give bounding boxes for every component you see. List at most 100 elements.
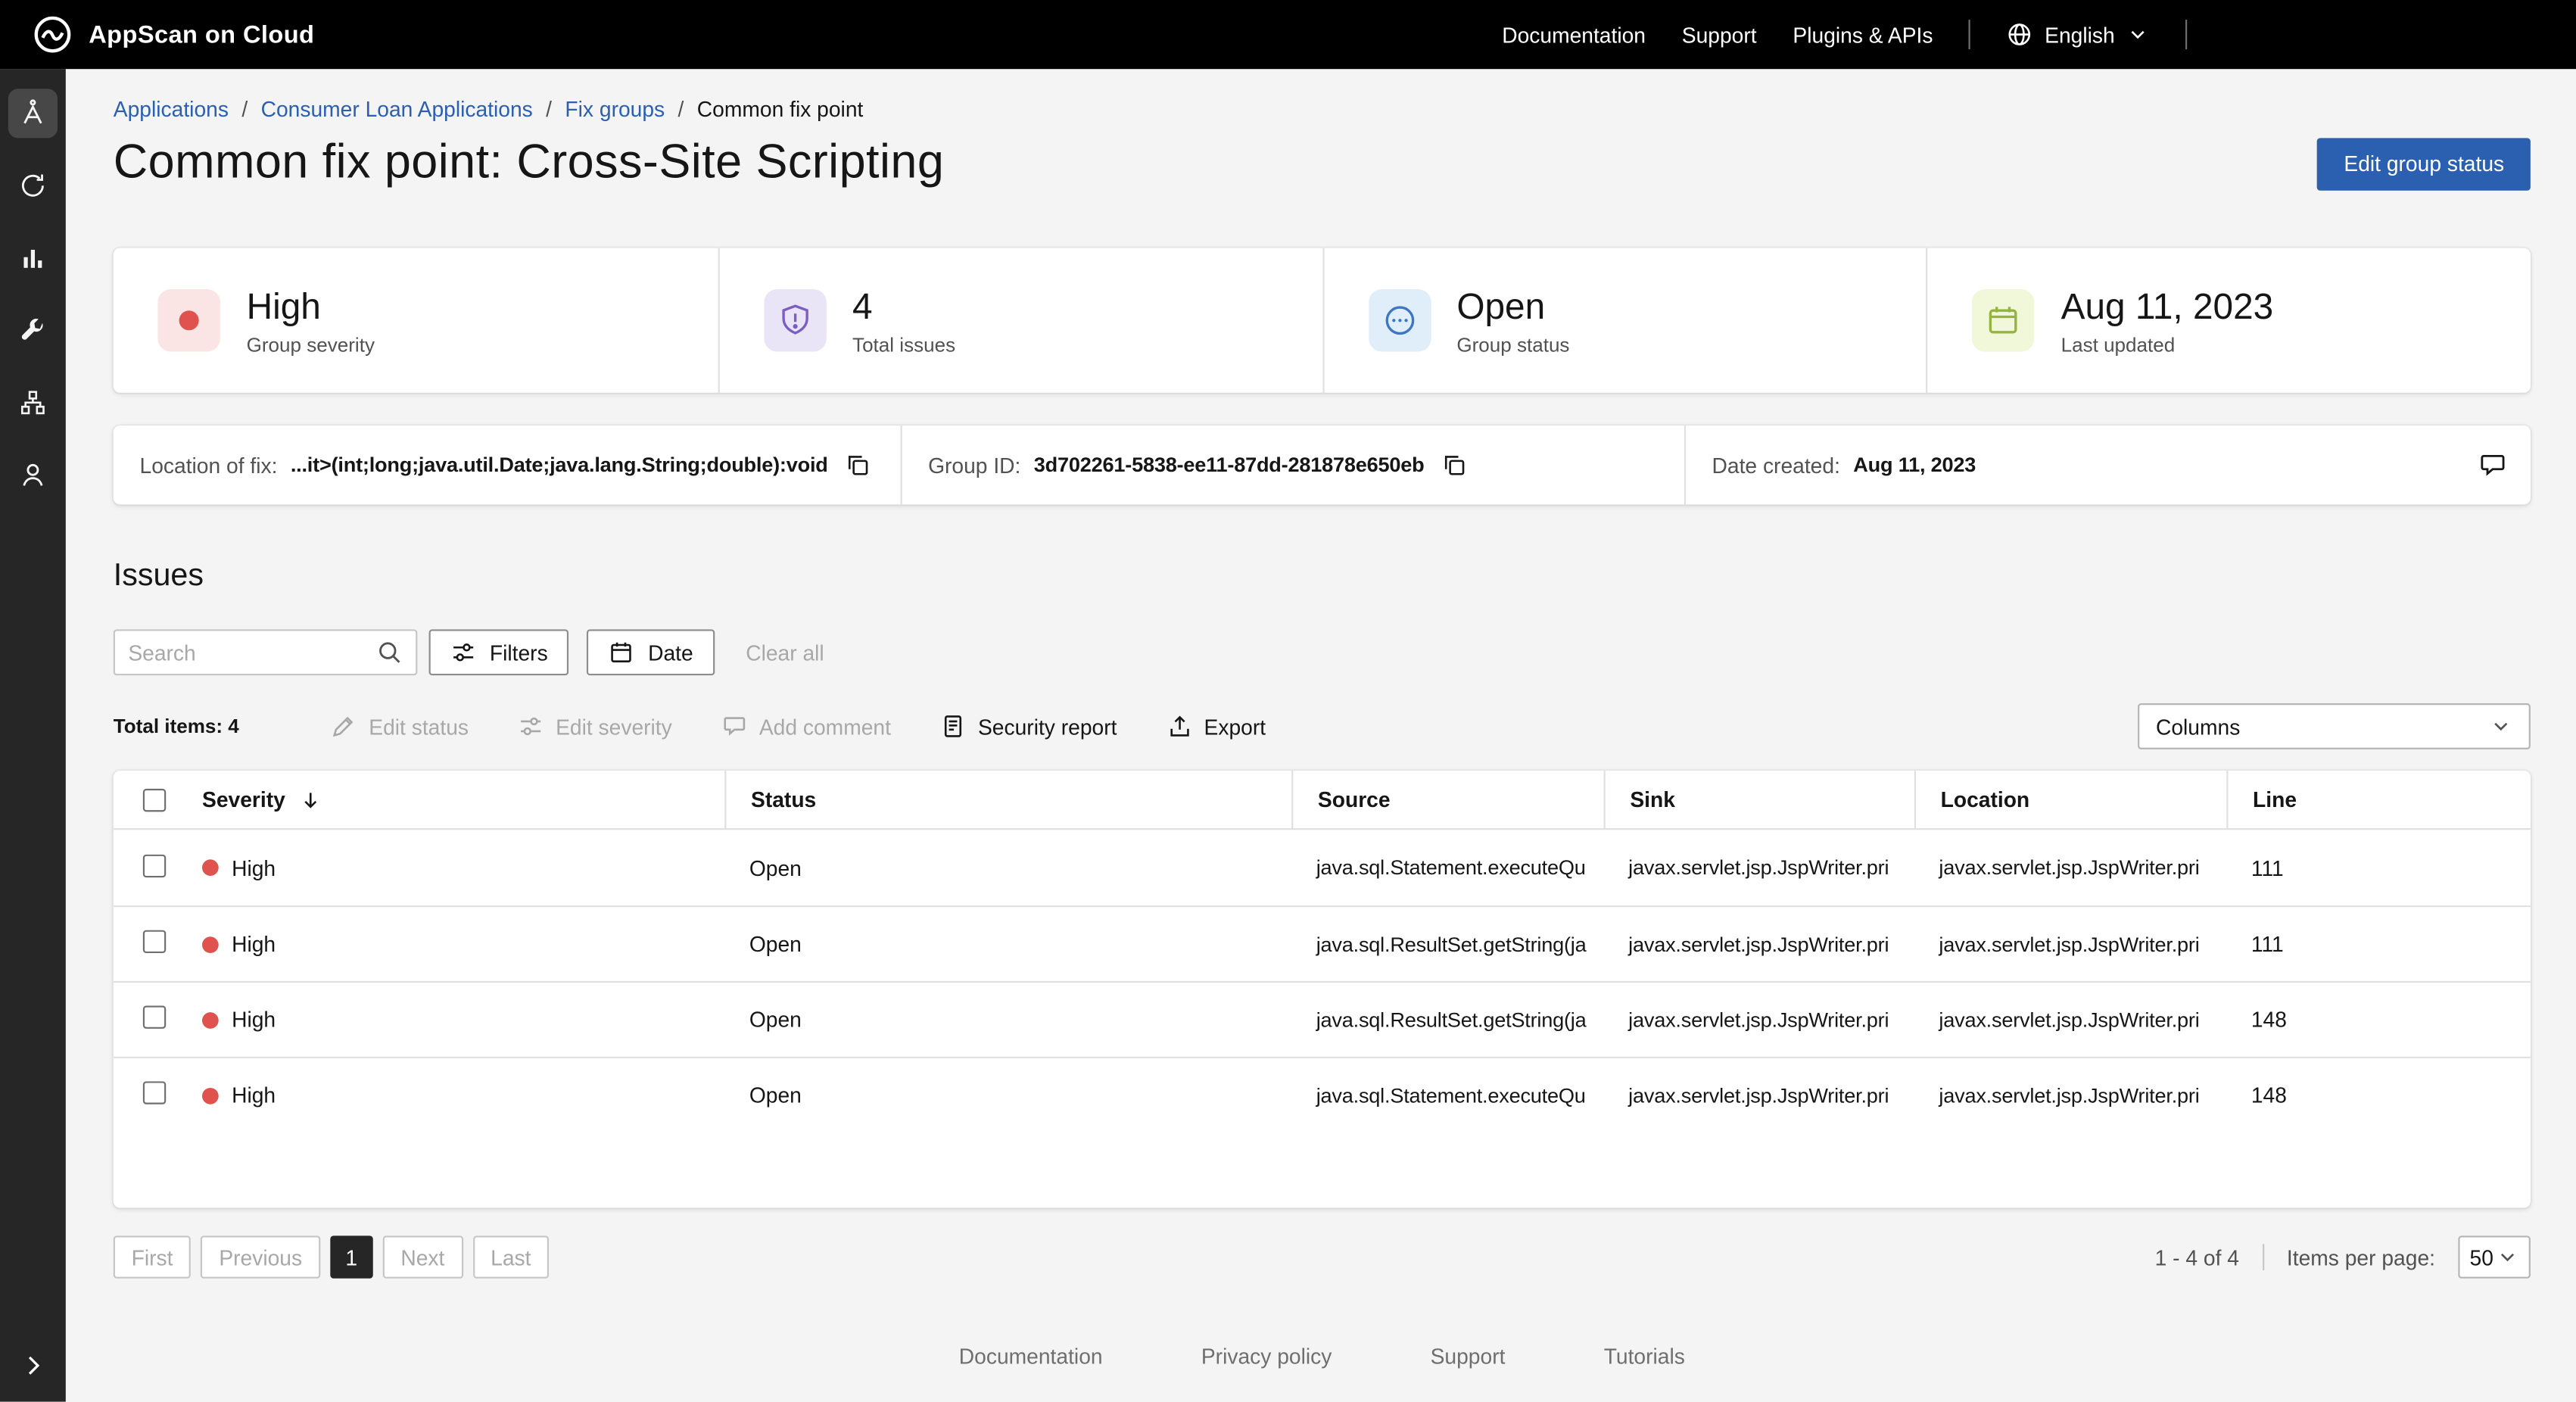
table-row[interactable]: High Open java.sql.Statement.executeQu j… <box>114 1057 2531 1133</box>
breadcrumb-separator: / <box>678 97 684 122</box>
header-source[interactable]: Source <box>1291 771 1603 828</box>
sitemap-icon <box>18 388 48 417</box>
range-label: 1 - 4 of 4 <box>2155 1245 2239 1270</box>
bar-chart-icon <box>18 243 48 273</box>
table-row[interactable]: High Open java.sql.Statement.executeQu j… <box>114 830 2531 905</box>
top-navigation: Documentation Support Plugins & APIs Eng… <box>1502 20 2187 49</box>
row-checkbox[interactable] <box>143 1005 166 1028</box>
select-all-checkbox[interactable] <box>143 788 166 811</box>
group-id-label: Group ID: <box>928 453 1020 478</box>
language-selector[interactable]: English <box>2007 21 2149 48</box>
items-per-page-select[interactable]: 50 <box>2458 1235 2531 1278</box>
columns-label: Columns <box>2156 714 2240 739</box>
checkbox-cell <box>114 1005 202 1033</box>
first-page-button: First <box>114 1235 192 1278</box>
stat-label: Last updated <box>2061 333 2274 356</box>
search-icon <box>376 639 403 665</box>
cell-sink: javax.servlet.jsp.JspWriter.pri <box>1604 1008 1914 1031</box>
table-row[interactable]: High Open java.sql.ResultSet.getString(j… <box>114 905 2531 981</box>
security-report-button[interactable]: Security report <box>940 713 1117 740</box>
comments-button[interactable] <box>2475 447 2511 483</box>
date-filter-button[interactable]: Date <box>587 629 715 675</box>
stat-value: Aug 11, 2023 <box>2061 285 2274 328</box>
sidebar-item-scans[interactable] <box>0 150 66 223</box>
page-1-button[interactable]: 1 <box>330 1235 372 1278</box>
filter-toolbar: Filters Date Clear all <box>114 629 2531 675</box>
row-checkbox[interactable] <box>143 1081 166 1104</box>
checkbox-cell <box>114 854 202 882</box>
edit-group-status-button[interactable]: Edit group status <box>2318 137 2531 189</box>
add-comment-button: Add comment <box>721 713 891 740</box>
sidebar-item-account[interactable] <box>0 439 66 512</box>
page-footer: Documentation Privacy policy Support Tut… <box>114 1344 2531 1369</box>
table-row[interactable]: High Open java.sql.ResultSet.getString(j… <box>114 981 2531 1057</box>
footer-documentation-link[interactable]: Documentation <box>959 1344 1103 1369</box>
breadcrumb: Applications / Consumer Loan Application… <box>114 97 2531 122</box>
wrench-icon <box>18 316 48 345</box>
pagination-divider <box>2262 1244 2263 1270</box>
topnav-plugins-apis-link[interactable]: Plugins & APIs <box>1793 22 1933 47</box>
footer-tutorials-link[interactable]: Tutorials <box>1604 1344 1685 1369</box>
cell-source: java.sql.ResultSet.getString(ja <box>1291 933 1603 955</box>
breadcrumb-consumer-loan-applications[interactable]: Consumer Loan Applications <box>261 97 533 122</box>
appscan-window: AppScan on Cloud Documentation Support P… <box>0 0 2576 1402</box>
add-comment-label: Add comment <box>759 714 891 739</box>
stat-value: High <box>247 285 375 328</box>
cell-status: Open <box>724 855 1291 880</box>
calendar-icon <box>1972 289 2034 351</box>
date-created-value: Aug 11, 2023 <box>1853 453 1976 476</box>
topbar: AppScan on Cloud Documentation Support P… <box>0 0 2576 69</box>
report-document-icon <box>940 713 967 740</box>
clear-all-button: Clear all <box>746 640 824 665</box>
cell-source: java.sql.Statement.executeQu <box>1291 856 1603 879</box>
topnav-documentation-link[interactable]: Documentation <box>1502 22 1646 47</box>
brand[interactable]: AppScan on Cloud <box>33 15 314 55</box>
row-checkbox[interactable] <box>143 930 166 953</box>
stat-total-issues: 4 Total issues <box>718 248 1322 393</box>
group-summary-card: High Group severity 4 Total issues <box>114 248 2531 393</box>
stat-value: Open <box>1456 285 1569 328</box>
filters-icon <box>450 639 477 665</box>
copy-group-id-button[interactable] <box>1438 449 1470 481</box>
items-per-page-label: Items per page: <box>2287 1245 2435 1270</box>
breadcrumb-fix-groups[interactable]: Fix groups <box>565 97 665 122</box>
severity-high-icon <box>157 289 220 351</box>
columns-select[interactable]: Columns <box>2138 703 2531 749</box>
sidebar-item-applications[interactable] <box>0 77 66 150</box>
export-button[interactable]: Export <box>1167 713 1266 740</box>
cell-location: javax.servlet.jsp.JspWriter.pri <box>1914 856 2226 879</box>
copy-location-button[interactable] <box>841 449 874 481</box>
header-status[interactable]: Status <box>724 771 1291 828</box>
header-sink[interactable]: Sink <box>1604 771 1914 828</box>
topnav-support-link[interactable]: Support <box>1682 22 1757 47</box>
cell-line: 148 <box>2226 1083 2531 1108</box>
checkbox-cell <box>114 930 202 958</box>
issues-table: Severity Status Source Sink Location Lin… <box>114 771 2531 1207</box>
chevron-right-icon <box>20 1352 46 1379</box>
pagination-info: 1 - 4 of 4 Items per page: 50 <box>2155 1235 2531 1278</box>
location-of-fix-value: ...it>(int;long;java.util.Date;java.lang… <box>291 453 828 476</box>
sidebar-item-organization[interactable] <box>0 366 66 439</box>
search-box <box>114 629 418 675</box>
stat-last-updated: Aug 11, 2023 Last updated <box>1927 248 2531 393</box>
sidebar-item-tools[interactable] <box>0 294 66 367</box>
previous-page-button: Previous <box>201 1235 320 1278</box>
cell-severity: High <box>202 855 724 880</box>
scan-icon <box>18 171 48 201</box>
footer-privacy-policy-link[interactable]: Privacy policy <box>1201 1344 1332 1369</box>
header-location[interactable]: Location <box>1914 771 2226 828</box>
chevron-down-icon <box>2496 1245 2518 1268</box>
group-id-value: 3d702261-5838-ee11-87dd-281878e650eb <box>1034 453 1425 476</box>
actions-toolbar: Total items: 4 Edit status Edit severity… <box>114 703 2531 749</box>
cell-location: javax.servlet.jsp.JspWriter.pri <box>1914 1008 2226 1031</box>
breadcrumb-applications[interactable]: Applications <box>114 97 229 122</box>
filters-button[interactable]: Filters <box>429 629 569 675</box>
row-checkbox[interactable] <box>143 854 166 877</box>
shield-alert-icon <box>764 289 826 351</box>
header-line[interactable]: Line <box>2226 771 2531 828</box>
sidebar-expand-button[interactable] <box>0 1339 66 1391</box>
sidebar-item-reports[interactable] <box>0 222 66 294</box>
header-severity[interactable]: Severity <box>202 771 724 828</box>
search-input[interactable] <box>128 640 376 665</box>
footer-support-link[interactable]: Support <box>1431 1344 1506 1369</box>
